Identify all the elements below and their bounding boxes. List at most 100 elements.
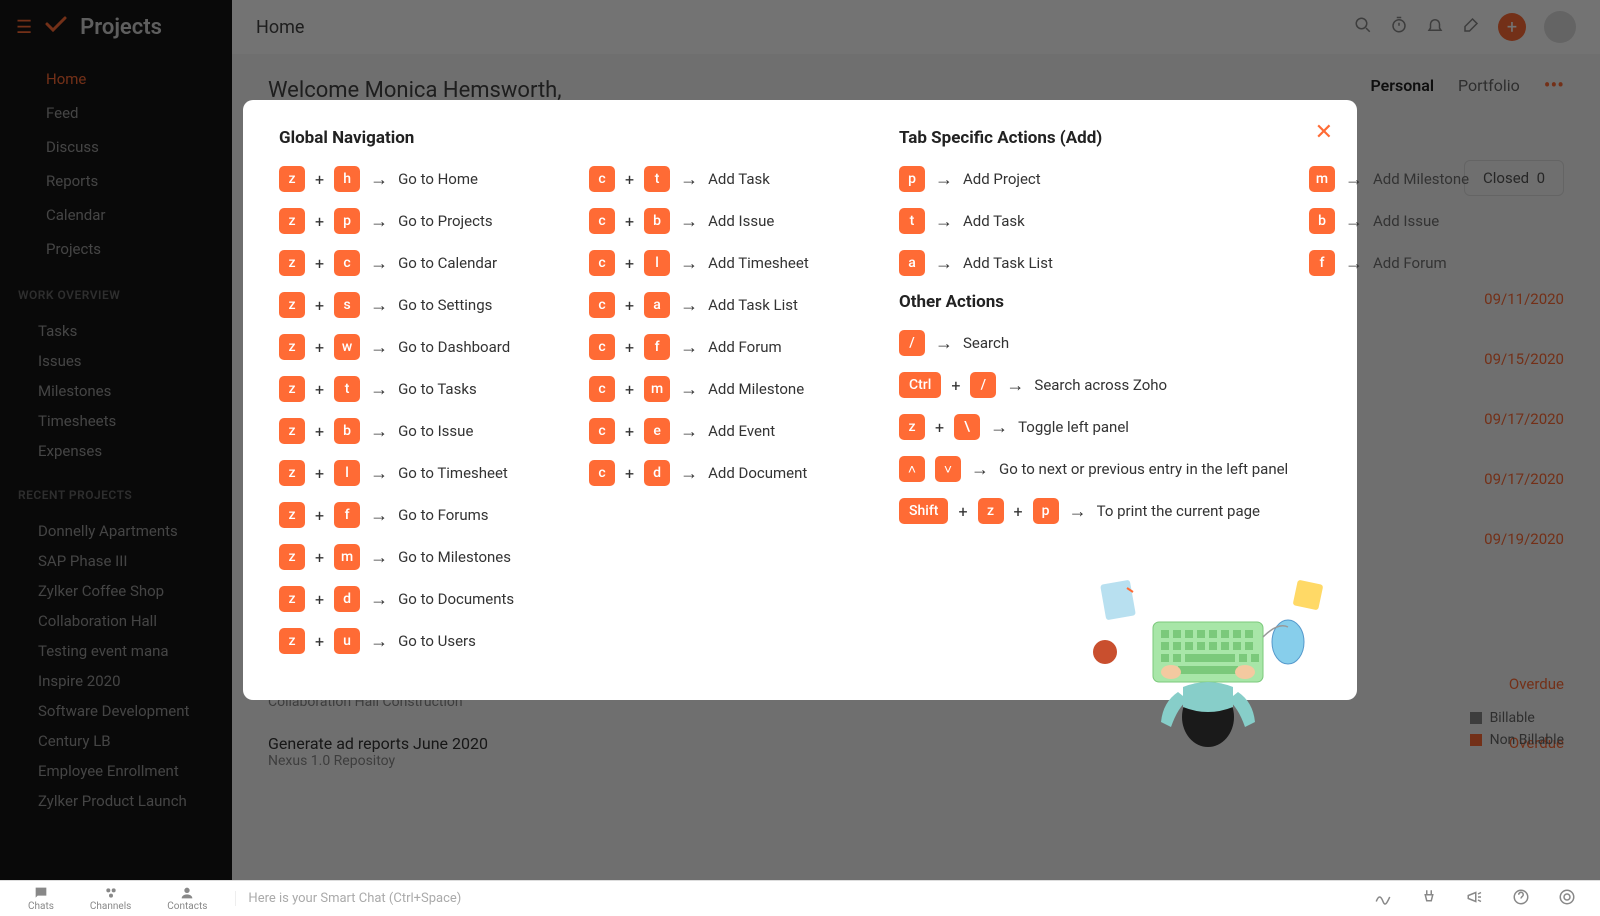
shortcut-row: z+t→Go to Tasks xyxy=(279,376,579,402)
key: t xyxy=(334,376,360,402)
shortcut-action: Add Task List xyxy=(963,254,1053,272)
key: z xyxy=(279,544,305,570)
shortcut-row: /→Search xyxy=(899,330,1299,356)
key: c xyxy=(589,334,615,360)
shortcut-row: z+s→Go to Settings xyxy=(279,292,579,318)
chats-tab[interactable]: Chats xyxy=(12,885,70,912)
shortcut-action: Add Issue xyxy=(1373,212,1439,230)
shortcuts-modal: ✕ Global Navigation z+h→Go to Homez+p→Go… xyxy=(243,100,1357,700)
key: z xyxy=(279,250,305,276)
key: z xyxy=(279,460,305,486)
key: e xyxy=(644,418,670,444)
key: a xyxy=(644,292,670,318)
key: a xyxy=(899,250,925,276)
shortcut-row: ˄˅→Go to next or previous entry in the l… xyxy=(899,456,1299,482)
smart-chat-input[interactable]: Here is your Smart Chat (Ctrl+Space) xyxy=(235,891,1370,906)
key: d xyxy=(334,586,360,612)
shortcut-action: Go to Users xyxy=(398,632,476,650)
help-icon[interactable] xyxy=(1512,888,1530,910)
key: \ xyxy=(954,414,980,440)
shortcut-row: c+m→Add Milestone xyxy=(589,376,889,402)
shortcut-row: z+w→Go to Dashboard xyxy=(279,334,579,360)
key: m xyxy=(1309,166,1335,192)
shortcut-action: Add Issue xyxy=(708,212,774,230)
plug-icon[interactable] xyxy=(1420,888,1438,910)
key: z xyxy=(279,586,305,612)
key: f xyxy=(644,334,670,360)
down-key: ˅ xyxy=(935,456,961,482)
shortcut-action: Go to Timesheet xyxy=(398,464,508,482)
bottom-bar-right xyxy=(1374,888,1588,910)
shortcut-action: Add Timesheet xyxy=(708,254,809,272)
key: Ctrl xyxy=(899,372,941,398)
other-actions-heading: Other Actions xyxy=(899,292,1299,312)
shortcut-row: p→Add Project xyxy=(899,166,1299,192)
key: b xyxy=(334,418,360,444)
shortcut-row: z+c→Go to Calendar xyxy=(279,250,579,276)
key: t xyxy=(644,166,670,192)
key: p xyxy=(334,208,360,234)
key: z xyxy=(279,334,305,360)
key: z xyxy=(279,502,305,528)
key: / xyxy=(970,372,996,398)
key: w xyxy=(334,334,360,360)
shortcut-action: Add Event xyxy=(708,422,775,440)
shortcut-row: c+l→Add Timesheet xyxy=(589,250,889,276)
shortcut-action: Go to Projects xyxy=(398,212,493,230)
megaphone-icon[interactable] xyxy=(1466,888,1484,910)
key: f xyxy=(334,502,360,528)
key: l xyxy=(334,460,360,486)
close-icon[interactable]: ✕ xyxy=(1315,120,1333,145)
shortcuts-overlay: ✕ Global Navigation z+h→Go to Homez+p→Go… xyxy=(0,0,1600,916)
key: m xyxy=(644,376,670,402)
key: d xyxy=(644,460,670,486)
shortcut-action: Go to Issue xyxy=(398,422,473,440)
key: z xyxy=(279,166,305,192)
channels-tab[interactable]: Channels xyxy=(74,885,147,912)
shortcut-row: z+d→Go to Documents xyxy=(279,586,579,612)
shortcut-row: z+p→Go to Projects xyxy=(279,208,579,234)
shortcut-action: Go to Calendar xyxy=(398,254,497,272)
contacts-tab[interactable]: Contacts xyxy=(151,885,223,912)
key: m xyxy=(334,544,360,570)
shortcut-row: a→Add Task List xyxy=(899,250,1299,276)
key: Shift xyxy=(899,498,948,524)
shortcut-row: z+m→Go to Milestones xyxy=(279,544,579,570)
key: z xyxy=(279,418,305,444)
shortcut-row: c+b→Add Issue xyxy=(589,208,889,234)
shortcut-action: Add Document xyxy=(708,464,807,482)
shortcut-row: Shift+z+p→To print the current page xyxy=(899,498,1299,524)
key: z xyxy=(279,376,305,402)
target-icon[interactable] xyxy=(1558,888,1576,910)
shortcut-action: Add Project xyxy=(963,170,1041,188)
shortcut-action: Add Milestone xyxy=(1373,170,1469,188)
key: z xyxy=(279,292,305,318)
shortcut-row: Ctrl+/→Search across Zoho xyxy=(899,372,1299,398)
shortcut-action: Go to Documents xyxy=(398,590,514,608)
key: c xyxy=(589,292,615,318)
key: / xyxy=(899,330,925,356)
key: l xyxy=(644,250,670,276)
tab-actions-heading: Tab Specific Actions (Add) xyxy=(899,128,1299,148)
shortcut-action: Go to Dashboard xyxy=(398,338,510,356)
shortcut-action: Go to Forums xyxy=(398,506,488,524)
signature-icon[interactable] xyxy=(1374,888,1392,910)
key: u xyxy=(334,628,360,654)
shortcut-row: t→Add Task xyxy=(899,208,1299,234)
key: t xyxy=(899,208,925,234)
shortcut-row: c+a→Add Task List xyxy=(589,292,889,318)
shortcut-row: z+l→Go to Timesheet xyxy=(279,460,579,486)
keyboard-illustration xyxy=(1083,552,1333,762)
key: z xyxy=(978,498,1004,524)
shortcut-action: Go to Home xyxy=(398,170,478,188)
shortcut-action: Add Milestone xyxy=(708,380,804,398)
key: f xyxy=(1309,250,1335,276)
shortcut-row: z+u→Go to Users xyxy=(279,628,579,654)
shortcut-row: z+\→Toggle left panel xyxy=(899,414,1299,440)
key: b xyxy=(1309,208,1335,234)
key: s xyxy=(334,292,360,318)
key: c xyxy=(589,166,615,192)
shortcut-row: z+h→Go to Home xyxy=(279,166,579,192)
shortcut-row: m→Add Milestone xyxy=(1309,166,1509,192)
shortcut-row: c+e→Add Event xyxy=(589,418,889,444)
